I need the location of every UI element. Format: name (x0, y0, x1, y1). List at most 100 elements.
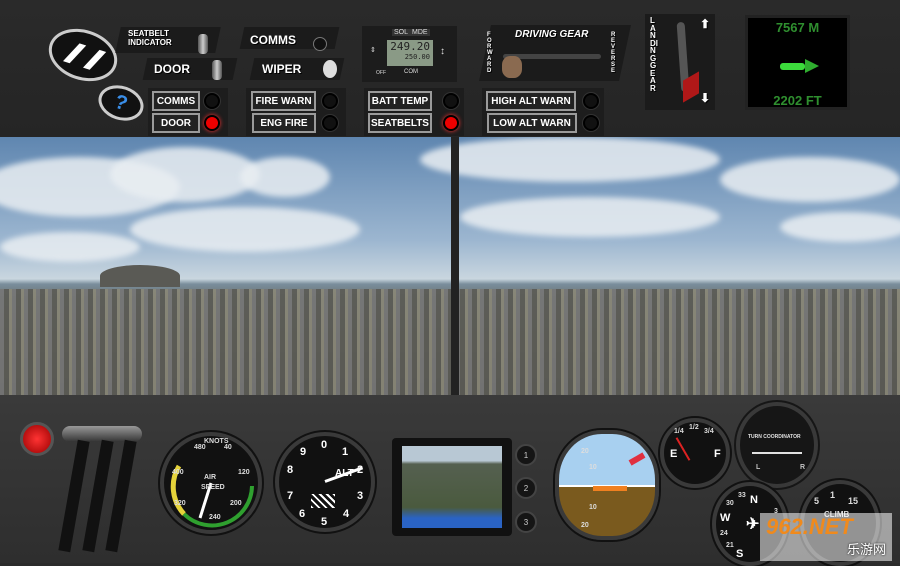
climb-5: 5 (814, 496, 820, 506)
air-label: AIR (204, 474, 217, 481)
alt-tick-7: 7 (287, 490, 294, 502)
camera-button-1[interactable]: 1 (515, 444, 537, 466)
tick-120: 120 (238, 469, 250, 476)
roll-pointer (628, 452, 646, 466)
camera-button-2[interactable]: 2 (515, 477, 537, 499)
altimeter-hatch (311, 494, 335, 508)
radio-panel: SOL MDE 249.20 250.00 ⇕ ↕ OFF COM (362, 26, 457, 82)
alt-tick-3: 3 (357, 490, 364, 502)
pitch-20-up: 20 (581, 448, 589, 455)
climb-15: 15 (848, 496, 859, 506)
pitch-10-up: 10 (589, 464, 597, 471)
airspeed-indicator: KNOTS AIR SPEED 480 40 120 200 240 320 4… (160, 432, 262, 534)
alt-tick-4: 4 (343, 508, 350, 520)
heading-w: W (720, 512, 731, 524)
island (100, 265, 180, 287)
door-indicator-button[interactable]: DOOR (152, 113, 200, 133)
aircraft-icon (752, 452, 802, 454)
throttle-red-button[interactable] (20, 422, 54, 456)
tick-40: 40 (224, 444, 232, 451)
fuel-needle (675, 437, 691, 461)
tick-400: 400 (172, 469, 184, 476)
alt-tick-0: 0 (321, 439, 328, 451)
forward-label: FORWARD (487, 32, 493, 74)
door-light (204, 115, 220, 131)
windshield-divider (451, 137, 459, 395)
eng-fire-light (322, 115, 338, 131)
turn-right-label: R (800, 464, 806, 471)
tick-320: 320 (174, 500, 186, 507)
alt-tick-8: 8 (287, 464, 294, 476)
attitude-indicator: 20 10 10 20 (555, 430, 659, 540)
heading-s: S (736, 548, 744, 560)
comms-light (204, 93, 220, 109)
seatbelt-indicator-toggle[interactable] (198, 34, 208, 54)
seatbelts-button[interactable]: SEATBELTS (368, 113, 432, 133)
altimeter: 0 1 2 3 4 5 6 7 8 9 ALT (275, 432, 375, 532)
alt-tick-1: 1 (342, 446, 349, 458)
fire-warn-button[interactable]: FIRE WARN (251, 91, 316, 111)
pitch-20-down: 20 (581, 522, 589, 529)
comms-indicator-button[interactable]: COMMS (152, 91, 200, 111)
wiper-knob[interactable] (323, 60, 337, 78)
gear-down-arrow-icon[interactable]: ⬇ (700, 91, 710, 105)
fuel-full-label: F (714, 448, 721, 460)
watermark-brand: 962.NET (766, 514, 853, 539)
swap-left-icon[interactable]: ⇕ (370, 46, 376, 54)
camera-button-3[interactable]: 3 (515, 511, 537, 533)
turn-coordinator: TURN COORDINATOR L R (736, 402, 818, 488)
standby-frequency: 250.00 (404, 53, 430, 61)
watermark-sub: 乐游网 (846, 542, 886, 557)
batt-temp-button[interactable]: BATT TEMP (368, 91, 432, 111)
nav-display: 7567 M 2202 FT (745, 15, 850, 110)
seatbelt-indicator-label: SEATBELT INDICATOR (128, 29, 172, 47)
high-alt-warn-button[interactable]: HIGH ALT WARN (486, 91, 576, 111)
heading-21: 21 (726, 542, 734, 549)
swap-right-icon[interactable]: ↕ (440, 46, 445, 57)
comms-knob[interactable] (313, 37, 327, 51)
com-label: COM (404, 69, 418, 75)
comms-switch-label: COMMS (250, 33, 296, 47)
alt-tick-6: 6 (299, 508, 306, 520)
door-toggle[interactable] (212, 60, 222, 80)
seatbelts-light (443, 115, 459, 131)
fuel-quarter: 1/4 (674, 428, 684, 435)
fuel-empty-label: E (670, 448, 678, 460)
wiper-switch-label: WIPER (262, 62, 302, 76)
fuel-three-quarter: 3/4 (704, 428, 714, 435)
high-alt-warn-light (583, 93, 599, 109)
right-arrow-icon (780, 63, 805, 70)
question-icon: ? (111, 90, 131, 116)
windshield-view (0, 137, 900, 395)
climb-1: 1 (830, 490, 836, 500)
sol-button[interactable]: SOL (392, 29, 411, 36)
city (0, 289, 900, 395)
heading-aircraft-icon: ✈ (746, 516, 760, 533)
active-frequency: 249.20 (390, 40, 430, 53)
tick-480: 480 (194, 444, 206, 451)
driving-gear-handle[interactable] (502, 56, 522, 78)
tick-200: 200 (230, 500, 242, 507)
tick-240: 240 (209, 514, 221, 521)
watermark-logo: 962.NET 乐游网 (760, 513, 892, 561)
fuel-gauge: E F 1/4 1/2 3/4 (660, 418, 730, 488)
mde-button[interactable]: MDE (410, 29, 430, 36)
gear-up-arrow-icon[interactable]: ⬆ (700, 17, 710, 31)
alt-tick-9: 9 (300, 446, 307, 458)
heading-n: N (750, 494, 758, 506)
turn-left-label: L (756, 464, 761, 471)
altitude-readout: 2202 FT (773, 93, 822, 108)
driving-gear-title: DRIVING GEAR (515, 29, 589, 40)
landing-gear-label: LANDING GEAR (650, 16, 658, 93)
eng-fire-button[interactable]: ENG FIRE (252, 113, 316, 133)
off-label: OFF (376, 70, 386, 76)
alt-tick-5: 5 (321, 516, 328, 528)
pause-icon (63, 43, 107, 70)
batt-temp-light (443, 93, 459, 109)
low-alt-warn-light (583, 115, 599, 131)
aircraft-symbol (593, 486, 627, 491)
pitch-10-down: 10 (589, 504, 597, 511)
turn-coordinator-label: TURN COORDINATOR (748, 434, 801, 440)
reverse-label: REVERSE (611, 32, 616, 74)
low-alt-warn-button[interactable]: LOW ALT WARN (487, 113, 577, 133)
